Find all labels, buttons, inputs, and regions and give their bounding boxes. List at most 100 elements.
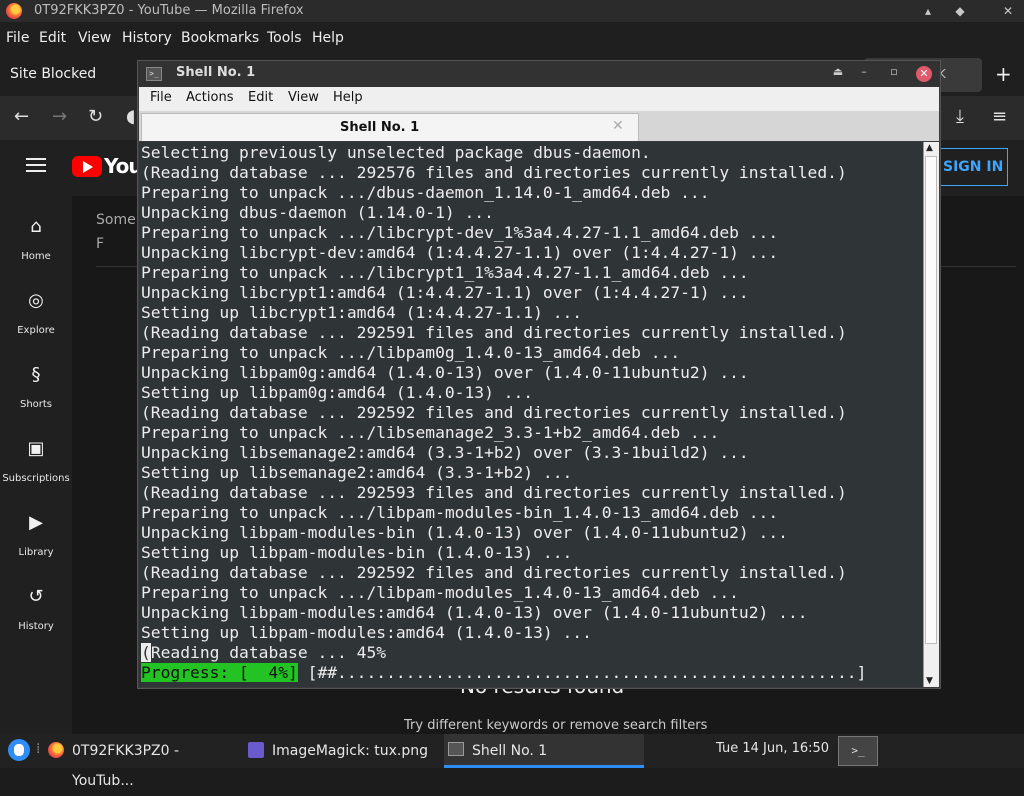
terminal-line: Preparing to unpack .../libpam0g_1.4.0-1…: [141, 343, 681, 362]
close-icon[interactable]: ✕: [916, 66, 932, 82]
youtube-sidebar: ⌂ Home ◎ Explore § Shorts ▣ Subscription…: [0, 196, 72, 734]
sidebar-item-library[interactable]: ▶ Library: [0, 498, 72, 572]
scrollbar-thumb[interactable]: [925, 156, 937, 644]
shell-menu-help[interactable]: Help: [333, 90, 363, 105]
taskbar-item-shell[interactable]: Shell No. 1: [444, 734, 644, 768]
maximize-icon[interactable]: ▫: [886, 65, 902, 78]
shell-window: >_ Shell No. 1 ⏏ – ▫ ✕ File Actions Edit…: [137, 60, 941, 689]
shell-tab-label: Shell No. 1: [340, 120, 420, 135]
subscriptions-icon: ▣: [27, 438, 45, 459]
taskbar-separator-icon: ⁞: [36, 741, 41, 757]
downloads-icon[interactable]: ⤓: [956, 106, 964, 127]
menu-history[interactable]: History: [122, 30, 172, 46]
firefox-menubar: File Edit View History Bookmarks Tools H…: [0, 22, 1024, 54]
firefox-icon: [6, 3, 22, 19]
terminal-line: Unpacking libpam0g:amd64 (1.4.0-13) over…: [141, 363, 749, 382]
minimize-icon[interactable]: –: [856, 65, 872, 78]
terminal-line: (Reading database ... 292576 files and d…: [141, 163, 847, 182]
terminal-line: Setting up libsemanage2:amd64 (3.3-1+b2)…: [141, 463, 573, 482]
scroll-up-icon[interactable]: ▲: [926, 143, 933, 153]
sidebar-item-explore[interactable]: ◎ Explore: [0, 276, 72, 350]
menu-bookmarks[interactable]: Bookmarks: [181, 30, 259, 46]
compass-icon: ◎: [28, 290, 44, 311]
progress-line: Progress: [ 4%] [##.....................…: [141, 663, 923, 683]
taskbar-item-label: Shell No. 1: [472, 743, 548, 759]
taskbar: ⁞ 0T92FKK3PZ0 - YouTub... ImageMagick: t…: [0, 734, 1024, 789]
terminal-line: Unpacking libcrypt1:amd64 (1:4.4.27-1.1)…: [141, 283, 749, 302]
sidebar-item-home[interactable]: ⌂ Home: [0, 202, 72, 276]
shell-titlebar[interactable]: >_ Shell No. 1 ⏏ – ▫ ✕: [138, 61, 940, 87]
terminal-line: Preparing to unpack .../libpam-modules_1…: [141, 583, 739, 602]
terminal-output[interactable]: Selecting previously unselected package …: [139, 142, 923, 687]
menu-edit[interactable]: Edit: [39, 30, 66, 46]
clock[interactable]: Tue 14 Jun, 16:50: [716, 741, 829, 756]
shell-tabstrip: Shell No. 1 ✕: [139, 111, 939, 141]
tab-site-blocked[interactable]: Site Blocked: [10, 66, 96, 82]
taskbar-item-firefox[interactable]: 0T92FKK3PZ0 - YouTub...: [44, 734, 240, 789]
terminal-line: Setting up libpam-modules:amd64 (1.4.0-1…: [141, 623, 592, 642]
shell-menubar: File Actions Edit View Help: [139, 87, 939, 111]
filters-button[interactable]: F: [96, 236, 104, 252]
shell-window-title: Shell No. 1: [176, 65, 256, 80]
progress-bar: [##.....................................…: [297, 663, 867, 682]
shell-menu-edit[interactable]: Edit: [248, 90, 273, 105]
sidebar-item-label: History: [18, 621, 54, 632]
sign-in-button[interactable]: SIGN IN: [932, 148, 1008, 186]
terminal-line: Setting up libcrypt1:amd64 (1:4.4.27-1.1…: [141, 303, 583, 322]
terminal-line: Unpacking libpam-modules-bin (1.4.0-13) …: [141, 523, 788, 542]
terminal-current-line: (Reading database ... 45%: [141, 643, 923, 663]
restore-icon[interactable]: ◆: [950, 0, 970, 22]
sidebar-item-label: Shorts: [19, 399, 53, 410]
start-menu-icon[interactable]: [8, 739, 30, 761]
shield-icon[interactable]: ◖: [126, 106, 135, 127]
menu-help[interactable]: Help: [312, 30, 344, 46]
taskbar-item-imagemagick[interactable]: ImageMagick: tux.png: [244, 734, 440, 768]
shell-tab[interactable]: Shell No. 1 ✕: [141, 113, 639, 141]
app-menu-icon[interactable]: ≡: [992, 106, 1007, 127]
youtube-logo-icon[interactable]: [72, 156, 102, 177]
sidebar-item-shorts[interactable]: § Shorts: [0, 350, 72, 424]
shell-menu-actions[interactable]: Actions: [186, 90, 234, 105]
terminal-icon: >_: [146, 67, 162, 81]
sidebar-item-label: Home: [21, 251, 51, 262]
sidebar-item-label: Explore: [17, 325, 55, 336]
terminal-line: Preparing to unpack .../libsemanage2_3.3…: [141, 423, 720, 442]
terminal-line: Unpacking libsemanage2:amd64 (3.3-1+b2) …: [141, 443, 749, 462]
menu-view[interactable]: View: [78, 30, 111, 46]
search-info-text: Some: [96, 212, 136, 228]
forward-icon[interactable]: →: [52, 106, 67, 127]
terminal-line: (Reading database ... 292593 files and d…: [141, 483, 847, 502]
terminal-line: Preparing to unpack .../dbus-daemon_1.14…: [141, 183, 710, 202]
reload-icon[interactable]: ↻: [88, 106, 103, 127]
back-icon[interactable]: ←: [14, 106, 29, 127]
new-tab-button[interactable]: +: [995, 62, 1012, 86]
terminal-scrollbar[interactable]: ▲ ▼: [923, 142, 939, 687]
terminal-current-text: Reading database ... 45%: [150, 643, 387, 662]
window-title: 0T92FKK3PZ0 - YouTube — Mozilla Firefox: [34, 3, 304, 18]
terminal-line: Unpacking libpam-modules:amd64 (1.4.0-13…: [141, 603, 808, 622]
terminal-line: Setting up libpam0g:amd64 (1.4.0-13) ...: [141, 383, 534, 402]
sidebar-item-history[interactable]: ↺ History: [0, 572, 72, 646]
terminal-line: Preparing to unpack .../libpam-modules-b…: [141, 503, 779, 522]
terminal-line: Setting up libpam-modules-bin (1.4.0-13)…: [141, 543, 573, 562]
close-icon[interactable]: ✕: [998, 0, 1018, 22]
shade-icon[interactable]: ⏏: [830, 65, 846, 78]
terminal-line: (Reading database ... 292592 files and d…: [141, 563, 847, 582]
hamburger-menu-icon[interactable]: [26, 158, 46, 172]
terminal-line: Preparing to unpack .../libcrypt-dev_1%3…: [141, 223, 779, 242]
scroll-down-icon[interactable]: ▼: [926, 676, 933, 686]
menu-file[interactable]: File: [6, 30, 29, 46]
shell-menu-file[interactable]: File: [150, 90, 172, 105]
shell-menu-view[interactable]: View: [288, 90, 319, 105]
firefox-titlebar: 0T92FKK3PZ0 - YouTube — Mozilla Firefox …: [0, 0, 1024, 22]
tab-close-icon[interactable]: ✕: [612, 118, 624, 134]
workspace-switcher-icon[interactable]: >_: [838, 736, 878, 766]
sidebar-item-subscriptions[interactable]: ▣ Subscriptions: [0, 424, 72, 498]
library-icon: ▶: [29, 512, 43, 533]
menu-tools[interactable]: Tools: [267, 30, 302, 46]
terminal-line: (Reading database ... 292592 files and d…: [141, 403, 847, 422]
terminal-icon: [448, 742, 464, 756]
collapse-icon[interactable]: ▴: [918, 0, 938, 22]
terminal-cursor: (: [141, 643, 151, 662]
taskbar-item-label: 0T92FKK3PZ0 - YouTub...: [72, 743, 180, 789]
